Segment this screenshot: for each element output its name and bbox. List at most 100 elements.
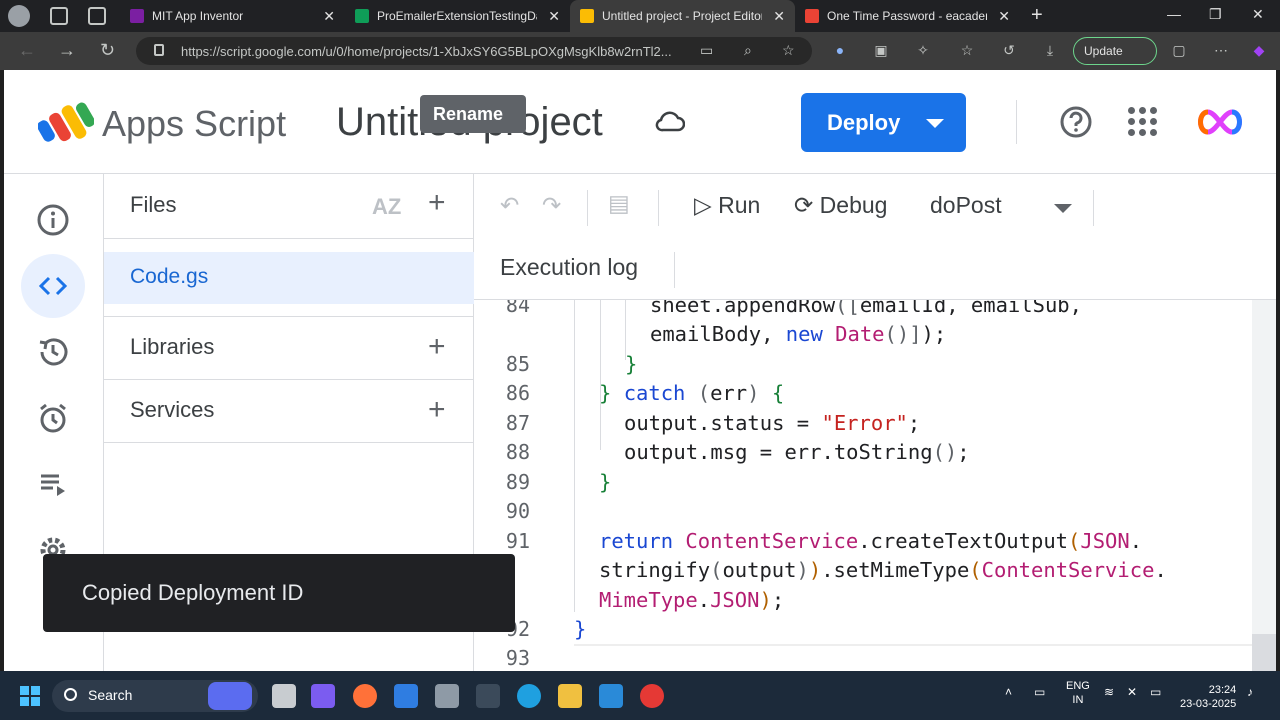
debug-button[interactable]: ⟳ Debug [794, 192, 887, 219]
browser-tab-apps-script[interactable]: Untitled project - Project Editor - ✕ [570, 0, 795, 32]
google-apps-grid-icon[interactable] [1128, 107, 1158, 137]
playlist-play-icon [41, 474, 65, 496]
downloads-icon[interactable]: ⤓ [1041, 42, 1059, 60]
code-editor[interactable]: 84 sheet.appendRow([emailId, emailSub, e… [474, 300, 1276, 671]
forward-icon[interactable]: → [58, 40, 76, 61]
function-select[interactable]: doPost [930, 192, 1002, 219]
task-view-icon[interactable] [272, 684, 296, 708]
camera-icon[interactable] [476, 684, 500, 708]
minimize-icon[interactable]: — [1167, 6, 1181, 22]
taskbar-search[interactable]: Search [52, 680, 258, 712]
close-tab-icon[interactable]: ✕ [323, 8, 335, 25]
libraries-heading: Libraries [130, 334, 215, 359]
notifications-bell-icon[interactable]: ♪ [1247, 685, 1253, 699]
save-icon[interactable]: ▤ [608, 190, 630, 217]
snackbar: Copied Deployment ID [43, 554, 515, 632]
wifi-icon[interactable]: ≋ [1104, 685, 1114, 699]
execution-log-button[interactable]: Execution log [500, 254, 638, 281]
copilot-app-icon[interactable] [311, 684, 335, 708]
toolbar-divider [1093, 190, 1094, 226]
calculator-icon[interactable] [435, 684, 459, 708]
editor-button[interactable] [21, 254, 85, 318]
line-number: 91 [505, 529, 530, 553]
editor-scrollbar[interactable] [1252, 300, 1276, 671]
overview-button[interactable] [21, 188, 85, 252]
close-tab-icon[interactable]: ✕ [548, 8, 560, 25]
address-bar[interactable]: https://script.google.com/u/0/home/proje… [136, 37, 812, 65]
install-app-icon[interactable]: ▭ [700, 42, 713, 59]
notepad-icon[interactable] [599, 684, 623, 708]
recorder-icon[interactable] [640, 684, 664, 708]
chevron-up-icon[interactable]: ˄ [1005, 685, 1012, 699]
code-line: output.status = "Error"; [624, 411, 921, 435]
executions-button[interactable] [21, 452, 85, 516]
cloud-saved-icon [655, 111, 685, 132]
extensions-puzzle-icon[interactable]: ✧ [914, 42, 932, 60]
code-line: emailBody, new Date()]); [650, 322, 947, 346]
windows-start-icon[interactable] [20, 686, 40, 706]
divider [104, 238, 474, 239]
new-tab-icon[interactable]: + [1031, 4, 1043, 27]
vertical-tabs-icon[interactable] [88, 7, 106, 25]
files-heading: Files [130, 192, 177, 217]
profile-avatar-icon[interactable] [8, 5, 30, 27]
url-text[interactable]: https://script.google.com/u/0/home/proje… [181, 44, 672, 59]
undo-icon[interactable]: ↶ [500, 192, 519, 219]
clock[interactable]: 23:24 23-03-2025 [1180, 683, 1236, 711]
redo-icon[interactable]: ↷ [542, 192, 561, 219]
update-button[interactable]: Update [1073, 37, 1157, 65]
tray-app-icon[interactable]: ▭ [1034, 685, 1045, 699]
line-number: 84 [505, 300, 530, 317]
favorite-star-icon[interactable]: ☆ [782, 42, 795, 59]
add-library-icon[interactable]: + [428, 332, 446, 362]
workspaces-icon[interactable] [50, 7, 68, 25]
file-explorer-icon[interactable] [558, 684, 582, 708]
zoom-icon[interactable]: ⌕ [744, 42, 752, 59]
extension-icon[interactable]: ● [831, 42, 849, 60]
close-tab-icon[interactable]: ✕ [998, 8, 1010, 25]
execution-log-label: Execution log [500, 254, 639, 280]
more-menu-icon[interactable]: ⋯ [1212, 42, 1230, 60]
play-icon: ▷ [694, 192, 712, 218]
reader-icon[interactable]: ▣ [872, 42, 890, 60]
triggers-button[interactable] [21, 386, 85, 450]
battery-icon[interactable]: ▭ [1150, 685, 1161, 699]
editor-scroll-thumb[interactable] [1252, 634, 1276, 671]
add-file-icon[interactable]: + [428, 188, 446, 218]
sort-az-icon[interactable]: AZ [372, 194, 401, 220]
run-button[interactable]: ▷ Run [694, 192, 760, 219]
copilot-icon[interactable]: ◆ [1250, 42, 1268, 60]
chevron-down-icon[interactable] [1054, 204, 1072, 213]
search-label: Search [88, 687, 133, 703]
browser-tab-sheets[interactable]: ProEmailerExtensionTestingDataB ✕ [345, 0, 570, 32]
close-tab-icon[interactable]: ✕ [773, 8, 785, 25]
browser-tab-mit[interactable]: MIT App Inventor ✕ [120, 0, 345, 32]
back-icon[interactable]: ← [18, 40, 36, 61]
store-icon[interactable] [394, 684, 418, 708]
maximize-icon[interactable]: ❐ [1209, 6, 1222, 23]
share-icon[interactable]: ▢ [1170, 42, 1188, 60]
firefox-icon[interactable] [353, 684, 377, 708]
favorites-icon[interactable]: ☆ [958, 42, 976, 60]
account-avatar-icon[interactable] [1196, 108, 1244, 136]
volume-muted-icon[interactable]: ✕ [1127, 685, 1137, 699]
project-history-button[interactable] [21, 320, 85, 384]
taskbar: Search ˄ ▭ ENG IN ≋ ✕ ▭ 23:24 23-03-2025… [0, 671, 1280, 720]
browser-toolbar: ← → ↻ https://script.google.com/u/0/home… [0, 32, 1280, 70]
language-indicator[interactable]: ENG IN [1066, 679, 1090, 707]
code-line: output.msg = err.toString(); [624, 440, 970, 464]
toolbar-divider [674, 252, 675, 288]
current-line-highlight [574, 644, 1252, 646]
divider [104, 442, 474, 443]
reload-icon[interactable]: ↻ [100, 40, 115, 61]
deploy-button[interactable]: Deploy [801, 93, 966, 152]
help-icon[interactable] [1059, 105, 1093, 139]
add-service-icon[interactable]: + [428, 395, 446, 425]
history-icon[interactable]: ↺ [1000, 42, 1018, 60]
site-info-icon[interactable] [154, 44, 164, 56]
file-item-code-gs[interactable]: Code.gs [104, 252, 474, 304]
close-window-icon[interactable]: ✕ [1252, 6, 1264, 23]
edge-icon[interactable] [517, 684, 541, 708]
browser-tab-gmail[interactable]: One Time Password - eacademy.t ✕ [795, 0, 1020, 32]
header-divider [1016, 100, 1017, 144]
